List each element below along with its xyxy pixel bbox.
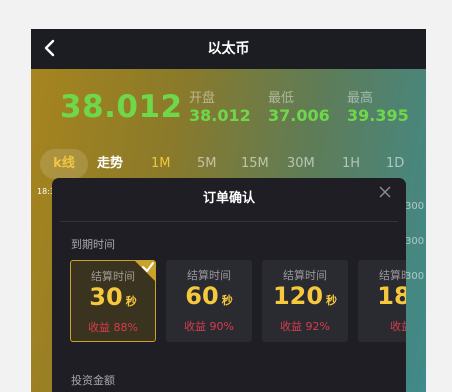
duration-unit: 秒 bbox=[326, 294, 338, 307]
chart-interval-tabs: k线 走势 1M 5M 15M 30M 1H 1D bbox=[31, 149, 426, 179]
high-label: 最高 bbox=[347, 91, 374, 106]
tab-1h[interactable]: 1H bbox=[342, 149, 360, 179]
expiry-options: 结算时间 30 秒 收益 88% 结算时间 60 秒 收益 90% 结算时间 120… bbox=[70, 260, 406, 342]
expiry-option-card[interactable]: 结算时间 120 秒 收益 92% bbox=[262, 260, 348, 342]
yield-rate: 收益 bbox=[390, 320, 406, 333]
dialog-title: 订单确认 bbox=[202, 191, 255, 206]
tab-5m[interactable]: 5M bbox=[197, 149, 217, 179]
page-title: 以太币 bbox=[207, 41, 250, 57]
expiry-option-card[interactable]: 结算时间 30 秒 收益 88% bbox=[70, 260, 156, 342]
open-value: 38.012 bbox=[189, 106, 251, 125]
app-screen: 以太币 38.012 开盘 38.012 最低 37.006 最高 39.395… bbox=[31, 29, 426, 392]
yield-rate: 收益 88% bbox=[88, 321, 138, 334]
dialog-divider bbox=[60, 221, 398, 222]
expiry-time-label: 到期时间 bbox=[71, 238, 115, 251]
high-value: 39.395 bbox=[347, 106, 409, 125]
open-label: 开盘 bbox=[189, 91, 216, 106]
expiry-option-card[interactable]: 结算时间 60 秒 收益 90% bbox=[166, 260, 252, 342]
selected-check-icon bbox=[135, 261, 155, 281]
yield-rate: 收益 90% bbox=[184, 320, 234, 333]
tab-1m[interactable]: 1M bbox=[151, 149, 171, 179]
tab-30m[interactable]: 30M bbox=[287, 149, 315, 179]
chart-axis-label: 300 bbox=[405, 271, 425, 282]
duration-number: 18 bbox=[377, 282, 406, 310]
order-confirm-dialog: 订单确认 到期时间 结算时间 30 秒 收益 88% 结算时间 60 秒 收益 90… bbox=[52, 178, 406, 392]
duration-value: 30 秒 bbox=[71, 283, 155, 311]
duration-value: 120 秒 bbox=[262, 282, 348, 310]
duration-value: 18秒 bbox=[358, 282, 406, 310]
duration-unit: 秒 bbox=[221, 294, 233, 307]
settlement-time-label: 结算时间 bbox=[283, 269, 327, 282]
tab-1d[interactable]: 1D bbox=[386, 149, 404, 179]
investment-amount-label: 投资金额 bbox=[71, 374, 115, 387]
tab-kline[interactable]: k线 bbox=[40, 149, 88, 179]
duration-number: 30 bbox=[89, 283, 123, 311]
tab-15m[interactable]: 15M bbox=[241, 149, 269, 179]
chart-axis-label: 300 bbox=[405, 236, 425, 247]
duration-number: 120 bbox=[272, 282, 324, 310]
yield-rate: 收益 92% bbox=[280, 320, 330, 333]
low-label: 最低 bbox=[268, 91, 295, 106]
settlement-time-label: 结算时间 bbox=[379, 269, 406, 282]
current-price: 38.012 bbox=[60, 89, 183, 125]
duration-number: 60 bbox=[185, 282, 219, 310]
tab-trend[interactable]: 走势 bbox=[97, 149, 123, 179]
low-value: 37.006 bbox=[268, 106, 330, 125]
duration-unit: 秒 bbox=[125, 295, 137, 308]
chart-axis-label: 300 bbox=[405, 201, 425, 212]
top-nav-bar: 以太币 bbox=[31, 29, 426, 69]
close-icon[interactable] bbox=[378, 185, 392, 199]
duration-value: 60 秒 bbox=[166, 282, 252, 310]
settlement-time-label: 结算时间 bbox=[187, 269, 231, 282]
expiry-option-card[interactable]: 结算时间 18秒 收益 bbox=[358, 260, 406, 342]
